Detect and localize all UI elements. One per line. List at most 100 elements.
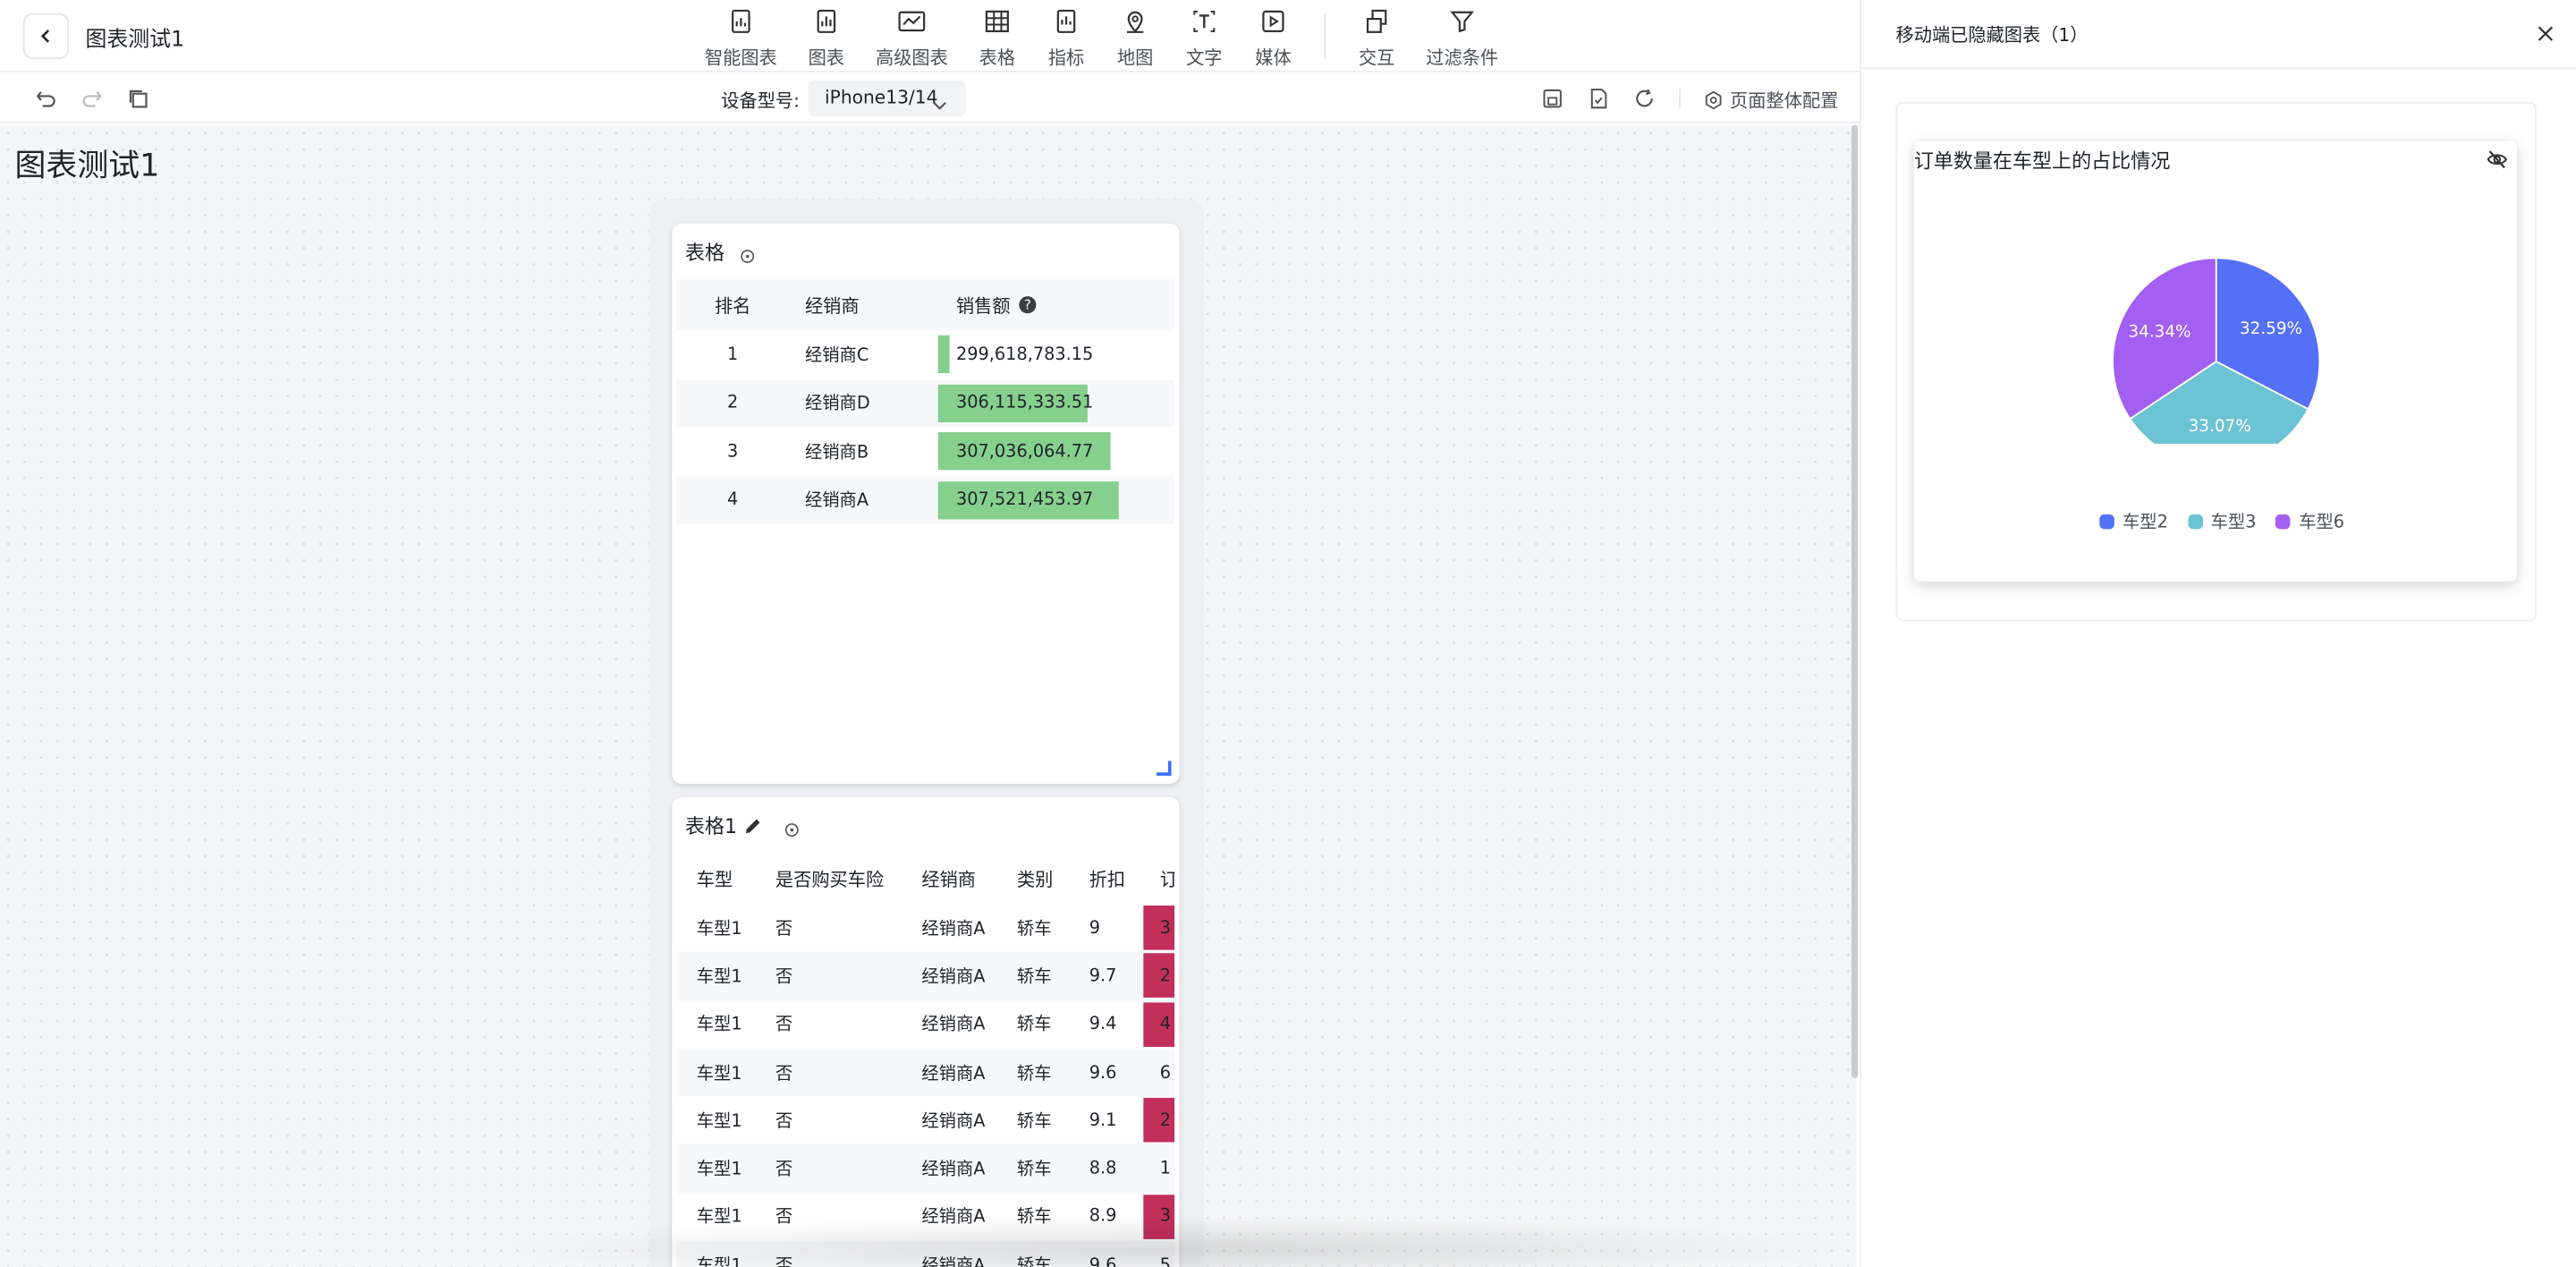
chart-title: 订单数量在车型上的占比情况 [1913, 149, 2171, 173]
sales-table: 排名 经销商 销售额 ? 1 经销商C 299,618,783.15 2 经销商… [676, 279, 1175, 524]
cell-insurance: 否 [775, 966, 793, 987]
preview-icon[interactable] [1587, 87, 1610, 110]
help-icon[interactable]: ? [1019, 296, 1037, 314]
cell-dealer: 经销商D [804, 394, 870, 414]
legend-label: 车型6 [2299, 513, 2345, 533]
resize-handle[interactable] [1157, 761, 1172, 776]
chevron-left-icon [40, 30, 50, 43]
tool-label: 过滤条件 [1426, 47, 1499, 70]
panel-title: 移动端已隐藏图表（1） [1895, 24, 2089, 47]
bottom-shadow [493, 1216, 1857, 1267]
pie-chart: 32.59% 33.07% 34.34% [2112, 257, 2321, 444]
tool-label: 地图 [1116, 47, 1154, 70]
media-play-icon [1258, 6, 1288, 36]
cell-dealer: 经销商A [921, 1111, 986, 1132]
tool-label: 智能图表 [704, 47, 777, 70]
legend-item[interactable]: 车型2 [2099, 509, 2168, 534]
page-config-label: 页面整体配置 [1730, 90, 1839, 112]
close-icon[interactable] [2535, 20, 2556, 41]
table-row[interactable]: 1 经销商C 299,618,783.15 [677, 330, 1175, 378]
cell-sales: 307,521,453.97 [955, 489, 1094, 510]
cell-dealer: 经销商A [921, 1063, 986, 1084]
cell-type: 轿车 [1016, 966, 1052, 987]
cell-model: 车型1 [696, 1015, 742, 1035]
back-button[interactable] [22, 13, 70, 60]
tool-label: 表格 [979, 47, 1016, 70]
cell-discount: 8.8 [1089, 1159, 1117, 1179]
save-icon[interactable] [1541, 87, 1564, 110]
metric-icon [1051, 6, 1080, 36]
cell-order: 2 [1159, 1110, 1171, 1131]
cell-sales: 306,115,333.51 [955, 393, 1094, 413]
table-row[interactable]: 车型1 否 经销商A 轿车 8.8 1 [676, 1144, 1175, 1194]
eye-off-icon[interactable] [2486, 146, 2509, 169]
header-dealer: 经销商 [921, 869, 976, 891]
page-config-button[interactable]: 页面整体配置 [1704, 87, 1839, 113]
refresh-icon[interactable] [1633, 87, 1657, 110]
table-row[interactable]: 3 经销商B 307,036,064.77 [677, 428, 1175, 476]
table-row[interactable]: 车型1 否 经销商A 轿车 9.7 2 [676, 951, 1175, 1000]
table-header-row: 排名 经销商 销售额 ? [676, 279, 1175, 331]
cell-insurance: 否 [775, 1015, 793, 1035]
header-sales: 销售额 ? [956, 292, 1037, 318]
table-row[interactable]: 4 经销商A 307,521,453.97 [676, 475, 1175, 524]
cell-order: 2 [1159, 965, 1171, 986]
chevron-down-icon [930, 90, 950, 110]
tool-label: 媒体 [1255, 47, 1292, 70]
tool-advanced-chart[interactable]: 高级图表 [870, 6, 953, 71]
card-title: 表格1 [684, 815, 738, 838]
tool-interaction[interactable]: 交互 [1335, 6, 1418, 71]
panel-divider [1860, 67, 2576, 70]
pie-slice-label: 34.34% [2128, 323, 2190, 342]
canvas-page-title: 图表测试1 [14, 148, 160, 184]
tool-label: 文字 [1186, 47, 1223, 70]
legend-item[interactable]: 车型3 [2187, 509, 2257, 534]
canvas-scrollbar[interactable] [1851, 124, 1859, 1078]
legend-item[interactable]: 车型6 [2275, 509, 2345, 534]
tool-filter[interactable]: 过滤条件 [1421, 6, 1504, 71]
chart-legend: 车型2 车型3 车型6 [2099, 509, 2344, 534]
cell-model: 车型1 [696, 1111, 742, 1132]
cell-model: 车型1 [696, 1063, 742, 1084]
tool-smart-chart[interactable]: 智能图表 [699, 6, 782, 71]
legend-label: 车型3 [2210, 513, 2257, 533]
edit-pencil-icon[interactable] [742, 812, 764, 834]
table-icon [982, 6, 1012, 36]
header-insurance: 是否购买车险 [775, 869, 885, 891]
device-value: iPhone13/14 [825, 87, 938, 109]
cell-dealer: 经销商A [921, 966, 986, 987]
table-row[interactable]: 车型1 否 经销商A 轿车 9.6 6 [676, 1048, 1175, 1097]
cell-dealer: 经销商A [804, 490, 869, 511]
tool-chart[interactable]: 图表 [785, 6, 868, 71]
cell-type: 轿车 [1016, 1111, 1052, 1132]
detail-table: 车型 是否购买车险 经销商 类别 折扣 订 车型1否经销商A轿车93车型1否经销… [676, 855, 1175, 1267]
map-pin-icon [1121, 6, 1150, 36]
advanced-chart-icon [897, 6, 927, 36]
header-model: 车型 [696, 869, 733, 891]
table-row[interactable]: 车型1 否 经销商A 轿车 9 3 [677, 904, 1175, 952]
header-type: 类别 [1016, 869, 1054, 891]
redo-icon[interactable] [80, 87, 104, 110]
copy-icon[interactable] [126, 87, 149, 110]
filter-icon [1447, 6, 1477, 36]
cell-order: 6 [1159, 1062, 1171, 1083]
cell-insurance: 否 [775, 918, 793, 940]
table-row[interactable]: 2 经销商D 306,115,333.51 [676, 378, 1175, 428]
cell-discount: 9.7 [1089, 965, 1117, 986]
cell-discount: 9.1 [1089, 1110, 1117, 1131]
cell-model: 车型1 [696, 966, 742, 987]
table-row[interactable]: 车型1 否 经销商A 轿车 9.1 2 [677, 1096, 1175, 1144]
tool-media[interactable]: 媒体 [1233, 6, 1315, 71]
table-row[interactable]: 车型1 否 经销商A 轿车 9.4 4 [677, 1000, 1175, 1049]
cell-dealer: 经销商B [804, 442, 869, 463]
subbar-divider [1679, 89, 1681, 109]
cell-rank: 4 [727, 489, 739, 510]
cell-model: 车型1 [696, 918, 742, 940]
cell-discount: 9 [1089, 918, 1101, 939]
toolbar-divider [1324, 13, 1326, 60]
target-icon[interactable] [784, 813, 800, 837]
cell-dealer: 经销商A [921, 1160, 986, 1180]
text-icon [1190, 6, 1219, 36]
target-icon[interactable] [740, 240, 756, 263]
undo-icon[interactable] [35, 87, 58, 110]
